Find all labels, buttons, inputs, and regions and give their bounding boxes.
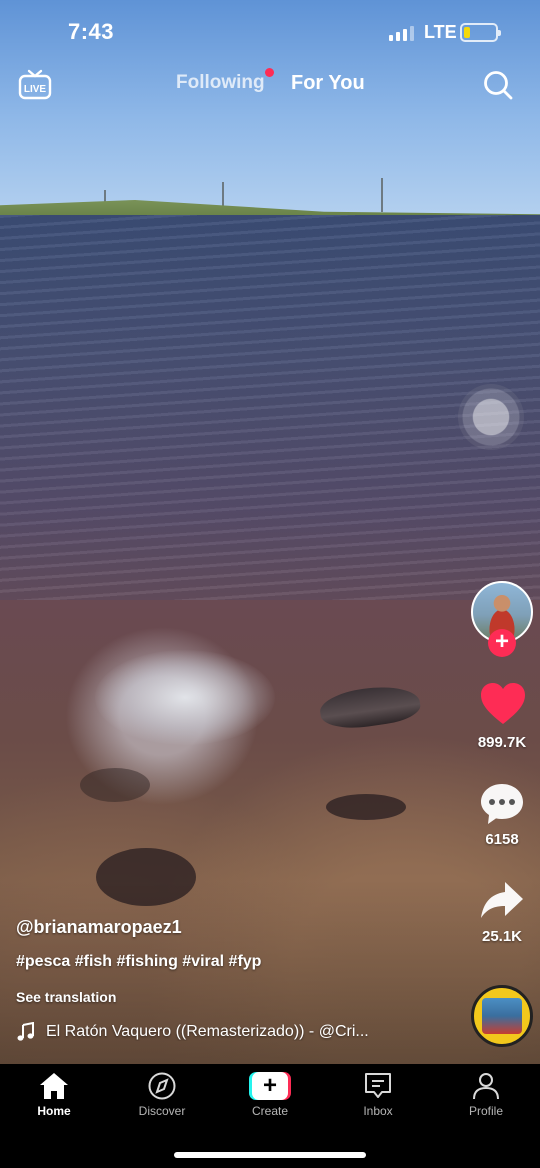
- tab-discover-label: Discover: [138, 1104, 186, 1118]
- tab-home[interactable]: Home: [9, 1072, 99, 1118]
- tab-profile-label: Profile: [468, 1104, 503, 1118]
- comment-count: 6158: [485, 831, 519, 848]
- video-rock: [326, 794, 406, 820]
- home-indicator: [174, 1152, 366, 1158]
- touch-indicator: [458, 384, 524, 450]
- signal-icon: [389, 25, 414, 41]
- see-translation-link[interactable]: See translation: [16, 989, 116, 1005]
- battery-level: [464, 27, 470, 38]
- tab-inbox-label: Inbox: [363, 1104, 393, 1118]
- sound-cover-art: [482, 998, 522, 1034]
- video-rock: [80, 768, 150, 802]
- share-button[interactable]: [479, 880, 525, 927]
- compass-icon: [148, 1072, 176, 1100]
- caption-hashtags[interactable]: #pesca #fish #fishing #viral #fyp: [16, 953, 261, 971]
- create-plus-icon: +: [249, 1072, 291, 1100]
- search-button[interactable]: [482, 69, 514, 101]
- bottom-tab-bar: Home Discover + Create Inbox Profile: [0, 1064, 540, 1168]
- person-icon: [473, 1073, 499, 1100]
- power-pole: [222, 182, 224, 206]
- tab-home-label: Home: [37, 1104, 71, 1118]
- creator-username[interactable]: @brianamaropaez1: [16, 917, 182, 938]
- tab-for-you[interactable]: For You: [291, 72, 365, 95]
- live-tv-icon: LIVE: [18, 69, 52, 100]
- search-icon: [484, 71, 513, 100]
- comment-button[interactable]: [479, 782, 525, 831]
- video-player[interactable]: [0, 0, 540, 1064]
- share-count: 25.1K: [481, 928, 523, 945]
- tab-discover[interactable]: Discover: [117, 1072, 207, 1118]
- sound-title[interactable]: El Ratón Vaquero ((Remasterizado)) - @Cr…: [46, 1023, 406, 1041]
- tab-create-label: Create: [251, 1104, 289, 1118]
- tab-create[interactable]: + Create: [225, 1072, 315, 1118]
- follow-button[interactable]: +: [488, 629, 516, 657]
- video-splash: [95, 650, 275, 745]
- like-count: 899.7K: [477, 734, 527, 751]
- network-type: LTE: [424, 22, 457, 42]
- sound-disc[interactable]: [471, 985, 533, 1047]
- live-button[interactable]: LIVE: [18, 68, 52, 100]
- tab-profile[interactable]: Profile: [441, 1072, 531, 1118]
- inbox-icon: [365, 1073, 391, 1098]
- tab-following[interactable]: Following: [176, 72, 265, 94]
- home-icon: [40, 1073, 68, 1099]
- live-label: LIVE: [24, 84, 47, 95]
- comment-bubble-icon: [481, 784, 523, 824]
- power-pole: [381, 178, 383, 212]
- heart-icon: [481, 683, 525, 724]
- share-arrow-icon: [481, 882, 523, 918]
- following-new-dot: [265, 68, 274, 77]
- like-button[interactable]: [479, 682, 527, 731]
- music-note-icon: [16, 1021, 36, 1042]
- status-time: 7:43: [68, 19, 115, 44]
- battery-icon: [460, 23, 501, 42]
- tab-inbox[interactable]: Inbox: [333, 1072, 423, 1118]
